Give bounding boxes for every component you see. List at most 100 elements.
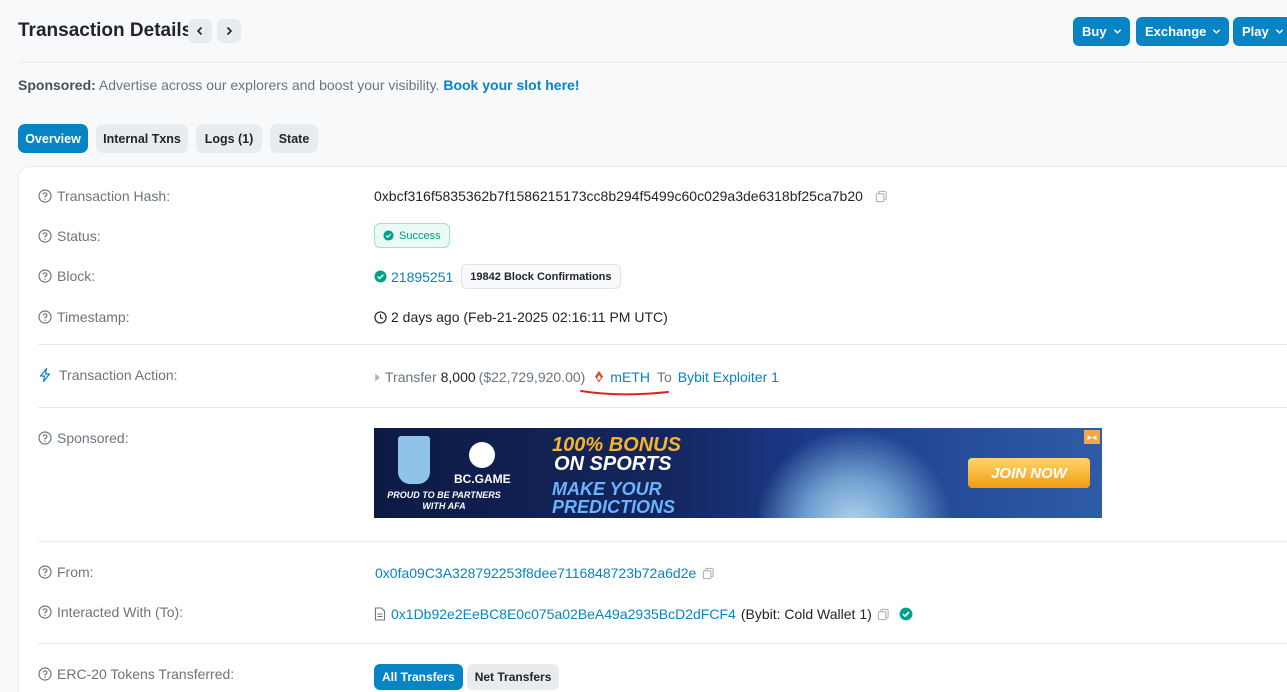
prev-button[interactable] [188, 19, 212, 43]
to-label-row: Interacted With (To): [38, 604, 183, 620]
sponsored-label-row: Sponsored: [38, 430, 129, 446]
token-link[interactable]: mETH [610, 369, 650, 385]
row-divider [38, 407, 1287, 408]
status-label-row: Status: [38, 228, 101, 244]
chevron-down-icon [1275, 29, 1283, 34]
row-divider [38, 643, 1287, 644]
from-label-row: From: [38, 564, 94, 580]
hash-value-row: 0xbcf316f5835362b7f1586215173cc8b294f549… [374, 188, 888, 204]
tab-internal-txns[interactable]: Internal Txns [96, 124, 188, 153]
action-verb: Transfer [385, 369, 437, 385]
copy-icon[interactable] [702, 567, 715, 580]
erc20-label: ERC-20 Tokens Transferred: [57, 666, 235, 682]
to-value-row: 0x1Db92e2EeBC8E0c075a02BeA49a2935BcD2dFC… [374, 606, 913, 622]
block-label: Block: [57, 268, 96, 284]
check-circle-icon [374, 270, 387, 283]
question-icon [38, 605, 52, 619]
caret-right-icon [375, 373, 380, 381]
to-label: Interacted With (To): [57, 604, 184, 620]
row-divider [38, 541, 1287, 542]
confirmations-badge: 19842 Block Confirmations [461, 264, 621, 289]
copy-icon[interactable] [875, 190, 888, 203]
block-value-row: 21895251 19842 Block Confirmations [374, 264, 621, 289]
chevron-down-icon [1213, 29, 1221, 34]
exchange-label: Exchange [1145, 24, 1207, 39]
check-circle-icon [383, 230, 394, 241]
question-icon [38, 269, 52, 283]
buy-label: Buy [1082, 24, 1107, 39]
transaction-hash: 0xbcf316f5835362b7f1586215173cc8b294f549… [374, 188, 863, 204]
recipient-link[interactable]: Bybit Exploiter 1 [678, 369, 779, 385]
question-icon [38, 229, 52, 243]
from-value-row: 0x0fa09C3A328792253f8dee7116848723b72a6d… [375, 565, 715, 581]
status-badge: Success [374, 223, 450, 248]
erc20-label-row: ERC-20 Tokens Transferred: [38, 666, 234, 682]
tab-overview[interactable]: Overview [18, 124, 88, 153]
from-address-link[interactable]: 0x0fa09C3A328792253f8dee7116848723b72a6d… [375, 565, 696, 581]
ad-banner[interactable]: BC.GAME PROUD TO BE PARTNERS WITH AFA 10… [374, 428, 1102, 518]
action-amount: 8,000 [440, 369, 476, 385]
hash-label-row: Transaction Hash: [38, 188, 170, 204]
action-label-row: Transaction Action: [38, 367, 178, 383]
question-icon [38, 565, 52, 579]
ad-headline-sports: ON SPORTS [554, 453, 672, 475]
ad-players-image [754, 428, 954, 518]
question-icon [38, 431, 52, 445]
sponsored-prefix: Sponsored: [18, 77, 96, 93]
contract-file-icon [374, 607, 386, 621]
play-label: Play [1242, 24, 1269, 39]
sponsored-text: Advertise across our explorers and boost… [95, 77, 444, 93]
verified-check-icon [899, 607, 913, 621]
ad-choices-icon[interactable]: ▸◂ [1084, 430, 1100, 444]
chevron-right-icon [226, 26, 233, 36]
copy-icon[interactable] [877, 608, 890, 621]
action-label: Transaction Action: [59, 367, 178, 383]
block-label-row: Block: [38, 268, 95, 284]
afa-crest-icon [398, 436, 430, 484]
block-number-link[interactable]: 21895251 [391, 269, 453, 285]
all-transfers-button[interactable]: All Transfers [374, 664, 463, 690]
buy-button[interactable]: Buy [1073, 17, 1130, 46]
hash-label: Transaction Hash: [57, 188, 171, 204]
exchange-button[interactable]: Exchange [1136, 17, 1230, 46]
timestamp-value-row: 2 days ago (Feb-21-2025 02:16:11 PM UTC) [374, 309, 668, 325]
play-button[interactable]: Play [1233, 17, 1287, 46]
lightning-icon [39, 368, 51, 382]
status-label: Status: [57, 228, 101, 244]
status-text: Success [399, 229, 441, 242]
book-slot-link[interactable]: Book your slot here! [443, 77, 579, 93]
to-address-name: (Bybit: Cold Wallet 1) [740, 606, 872, 622]
from-label: From: [57, 564, 94, 580]
clock-icon [374, 310, 387, 324]
header-divider [18, 62, 1287, 63]
ad-join-button[interactable]: JOIN NOW [968, 458, 1090, 488]
sponsored-banner: Sponsored: Advertise across our explorer… [18, 77, 579, 93]
chevron-down-icon [1113, 29, 1121, 34]
tab-state[interactable]: State [270, 124, 318, 153]
question-icon [38, 667, 52, 681]
erc20-buttons-row: All Transfers Net Transfers [374, 664, 560, 690]
annotation-underline [580, 390, 669, 396]
meth-token-icon [595, 371, 604, 383]
row-divider [38, 344, 1287, 345]
tab-logs[interactable]: Logs (1) [196, 124, 262, 153]
action-value-row: Transfer 8,000 ($22,729,920.00) mETH To … [374, 369, 779, 385]
timestamp-label: Timestamp: [57, 309, 130, 325]
next-button[interactable] [217, 19, 241, 43]
net-transfers-button[interactable]: Net Transfers [466, 664, 560, 690]
timestamp-label-row: Timestamp: [38, 309, 130, 325]
action-usd: ($22,729,920.00) [478, 369, 586, 385]
status-value-row: Success [374, 223, 450, 248]
ad-brand: BC.GAME [454, 472, 511, 486]
ad-partners-text: PROUD TO BE PARTNERS WITH AFA [387, 490, 501, 511]
ad-headline-make: MAKE YOUR [552, 479, 662, 499]
action-to-word: To [656, 369, 672, 385]
ad-headline-predictions: PREDICTIONS [552, 497, 676, 517]
to-address-link[interactable]: 0x1Db92e2EeBC8E0c075a02BeA49a2935BcD2dFC… [391, 606, 736, 622]
page-title: Transaction Details [18, 20, 193, 41]
sponsored-label: Sponsored: [57, 430, 129, 446]
timestamp-value: 2 days ago (Feb-21-2025 02:16:11 PM UTC) [391, 309, 668, 325]
bc-game-logo [469, 442, 495, 468]
question-icon [38, 310, 52, 324]
question-icon [38, 189, 52, 203]
